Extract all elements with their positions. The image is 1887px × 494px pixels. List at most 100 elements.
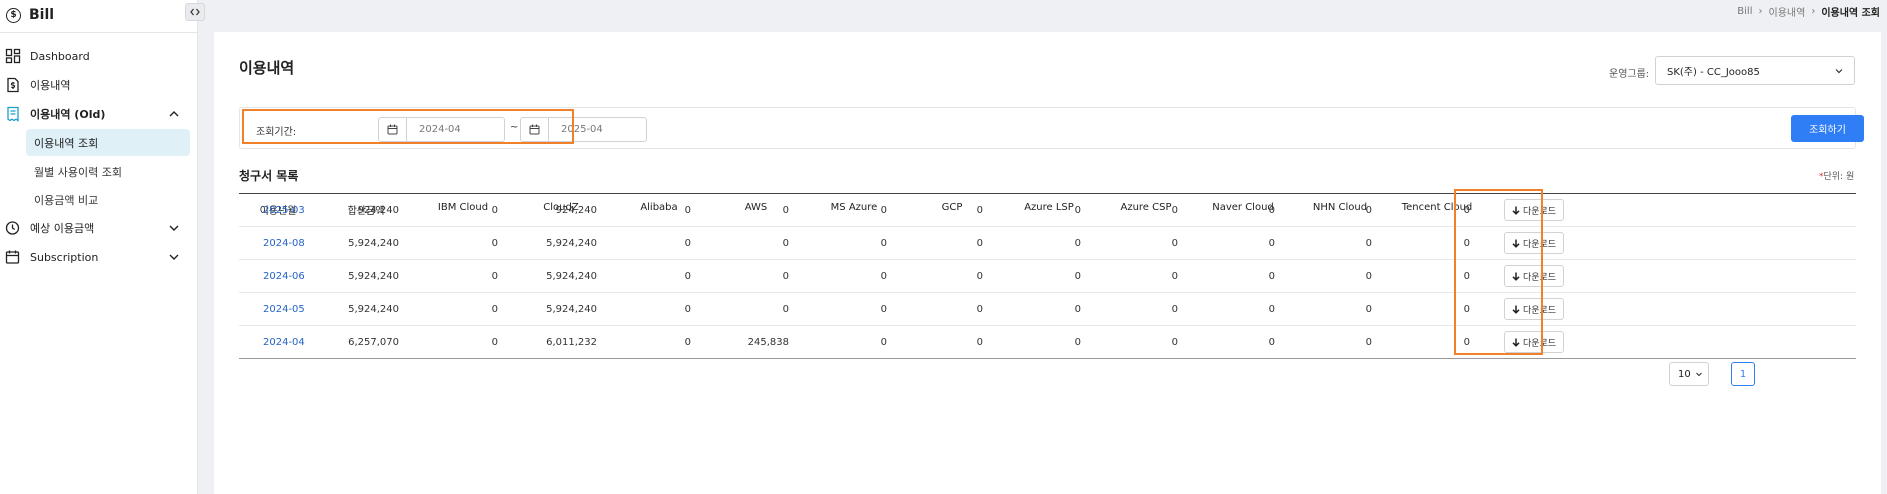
amount-cell: 0: [1268, 304, 1275, 315]
download-button[interactable]: 다운로드: [1504, 232, 1564, 254]
amount-cell: 0: [1074, 271, 1081, 282]
amount-cell: 0: [491, 271, 498, 282]
download-label: 다운로드: [1522, 239, 1557, 250]
sidebar-item-dashboard[interactable]: Dashboard: [0, 43, 198, 69]
chevron-down-icon: [1696, 372, 1702, 377]
clock-dollar-icon: [5, 221, 20, 235]
download-button[interactable]: 다운로드: [1504, 331, 1564, 353]
download-button[interactable]: 다운로드: [1504, 298, 1564, 320]
arrow-down-icon: [1512, 272, 1520, 281]
amount-cell: 0: [1074, 337, 1081, 348]
breadcrumb-current: 이용내역 조회: [1821, 8, 1880, 19]
sidebar-subitem-monthly-history[interactable]: 월별 사용이력 조회: [26, 158, 190, 185]
amount-cell: 0: [782, 205, 789, 216]
page-size-select[interactable]: 10: [1669, 362, 1709, 386]
chevron-down-icon[interactable]: [168, 222, 180, 234]
page-size-value: 10: [1678, 368, 1691, 380]
calendar-icon[interactable]: [521, 118, 549, 141]
sidebar-divider: [0, 32, 198, 33]
group-select-value: SK(주) - CC_Jooo85: [1667, 67, 1760, 78]
amount-cell: 0: [782, 238, 789, 249]
amount-cell: 0: [1171, 337, 1178, 348]
table-row: 2024-06 5,924,240 0 5,924,240 0 0 0 0 0 0 0 0 0 다운로드: [239, 260, 1856, 293]
amount-cell: 0: [684, 337, 691, 348]
amount-cell: 0: [1463, 337, 1470, 348]
amount-cell: 0: [491, 304, 498, 315]
billing-month-link[interactable]: 2024-06: [263, 271, 305, 282]
sidebar-item-label: 이용내역: [30, 79, 71, 92]
amount-cell: 5,924,240: [348, 238, 399, 249]
dollar-logo-icon: $: [6, 7, 21, 23]
amount-cell: 0: [1463, 205, 1470, 216]
sidebar-subitem-cost-compare[interactable]: 이용금액 비교: [26, 186, 190, 213]
amount-cell: 0: [880, 304, 887, 315]
sidebar-item-forecast[interactable]: 예상 이용금액: [0, 215, 198, 241]
calendar-icon[interactable]: [379, 118, 407, 141]
sidebar-item-usage-old[interactable]: 이용내역 (Old): [0, 101, 198, 127]
amount-cell: 0: [880, 271, 887, 282]
table-row: 2024-04 6,257,070 0 6,011,232 0 245,838 0 0 0 0 0 0…: [239, 326, 1856, 359]
amount-cell: 5,924,240: [546, 304, 597, 315]
billing-month-link[interactable]: 2025-03: [263, 205, 305, 216]
amount-cell: 0: [1365, 238, 1372, 249]
group-select[interactable]: SK(주) - CC_Jooo85: [1655, 56, 1855, 85]
arrow-down-icon: [1512, 338, 1520, 347]
amount-cell: 0: [1365, 271, 1372, 282]
download-label: 다운로드: [1522, 338, 1557, 349]
search-button[interactable]: 조회하기: [1791, 115, 1864, 142]
amount-cell: 6,257,070: [348, 337, 399, 348]
amount-cell: 0: [976, 271, 983, 282]
amount-cell: 5,924,240: [348, 304, 399, 315]
amount-cell: 0: [976, 205, 983, 216]
billing-month-link[interactable]: 2024-08: [263, 238, 305, 249]
start-date-field[interactable]: 2024-04: [378, 117, 505, 142]
period-label: 조회기간:: [256, 127, 297, 138]
sidebar-toggle-button[interactable]: [185, 3, 205, 21]
amount-cell: 0: [1074, 205, 1081, 216]
breadcrumb-separator: ›: [1811, 6, 1816, 17]
page-title: 이용내역: [239, 59, 295, 77]
amount-cell: 245,838: [747, 337, 789, 348]
brand[interactable]: $ Bill: [0, 0, 54, 30]
chevron-up-icon[interactable]: [168, 108, 180, 120]
billing-month-link[interactable]: 2024-04: [263, 337, 305, 348]
download-button[interactable]: 다운로드: [1504, 265, 1564, 287]
amount-cell: 0: [1463, 304, 1470, 315]
amount-cell: 0: [1268, 238, 1275, 249]
arrow-down-icon: [1512, 305, 1520, 314]
sidebar-item-subscription[interactable]: Subscription: [0, 244, 198, 270]
billing-month-link[interactable]: 2024-05: [263, 304, 305, 315]
date-separator: ~: [510, 122, 519, 133]
amount-cell: 924,240: [555, 205, 597, 216]
breadcrumb-item[interactable]: 이용내역: [1769, 4, 1806, 19]
breadcrumb-item[interactable]: Bill: [1737, 6, 1752, 17]
end-date-field[interactable]: 2025-04: [520, 117, 647, 142]
amount-cell: 0: [976, 238, 983, 249]
amount-cell: 0: [1365, 337, 1372, 348]
amount-cell: 0: [880, 337, 887, 348]
amount-cell: 0: [1074, 238, 1081, 249]
filter-box: 조회기간: 2024-04 ~ 2025-04 조회하기: [239, 107, 1864, 149]
sidebar-item-label: 예상 이용금액: [30, 222, 95, 235]
main-panel: 이용내역 운영그룹: SK(주) - CC_Jooo85 조회기간: 2024-…: [214, 32, 1881, 494]
amount-cell: 0: [1171, 271, 1178, 282]
amount-cell: 0: [684, 304, 691, 315]
amount-cell: 0: [1365, 304, 1372, 315]
amount-cell: 0: [491, 238, 498, 249]
amount-cell: 0: [1365, 205, 1372, 216]
arrow-down-icon: [1512, 206, 1520, 215]
amount-cell: 0: [1463, 238, 1470, 249]
amount-cell: 0: [1268, 205, 1275, 216]
table-row: 2024-05 5,924,240 0 5,924,240 0 0 0 0 0 0 0 0 0 다운로드: [239, 293, 1856, 326]
sidebar-item-usage[interactable]: 이용내역: [0, 72, 198, 98]
breadcrumb: Bill › 이용내역 › 이용내역 조회: [1737, 4, 1880, 19]
sidebar-subitem-usage-lookup[interactable]: 이용내역 조회: [26, 129, 190, 156]
amount-cell: 0: [976, 337, 983, 348]
chevron-down-icon[interactable]: [168, 251, 180, 263]
page-number-button[interactable]: 1: [1731, 362, 1755, 386]
download-button[interactable]: 다운로드: [1504, 199, 1564, 221]
list-title: 청구서 목록: [239, 169, 299, 183]
chevron-down-icon: [1835, 69, 1843, 74]
download-label: 다운로드: [1522, 305, 1557, 316]
receipt-icon: [7, 106, 19, 122]
